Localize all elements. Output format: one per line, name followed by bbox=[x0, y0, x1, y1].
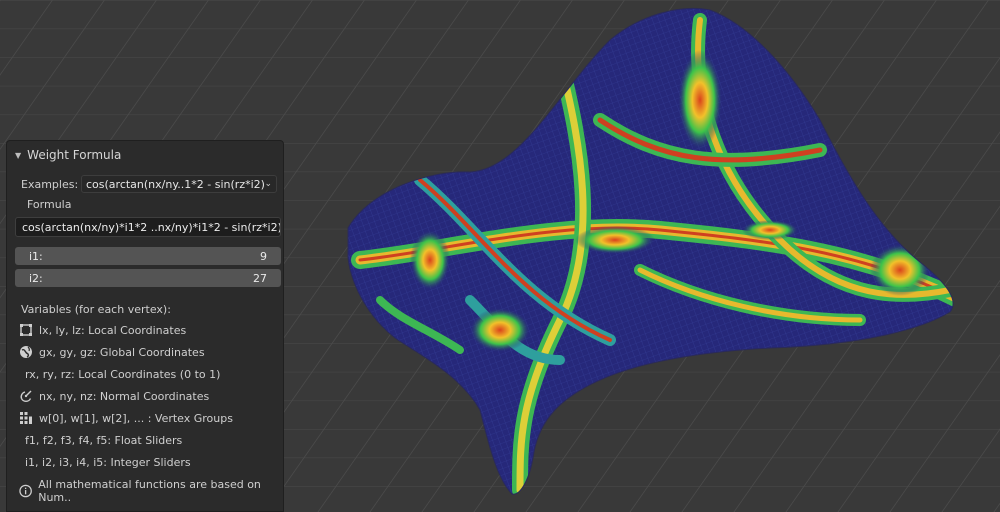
examples-label: Examples: bbox=[21, 177, 79, 191]
info-text: All mathematical functions are based on … bbox=[38, 478, 261, 504]
variables-title: Variables (for each vertex): bbox=[21, 303, 171, 316]
globe-icon bbox=[20, 346, 32, 358]
slider-value: 9 bbox=[260, 249, 267, 263]
variable-text: i1, i2, i3, i4, i5: Integer Sliders bbox=[25, 455, 191, 469]
variable-text: rx, ry, rz: Local Coordinates (0 to 1) bbox=[25, 367, 221, 381]
variable-item: gx, gy, gz: Global Coordinates bbox=[19, 343, 205, 361]
weight-formula-panel: ▼ Weight Formula Examples: cos(arctan(nx… bbox=[6, 140, 284, 512]
normal-icon bbox=[20, 390, 32, 402]
slider-value: 27 bbox=[253, 271, 267, 285]
variable-item: rx, ry, rz: Local Coordinates (0 to 1) bbox=[19, 365, 220, 383]
slider-i1[interactable]: i1: 9 bbox=[15, 247, 281, 265]
examples-row: Examples: cos(arctan(nx/ny..1*2 - sin(rz… bbox=[21, 174, 277, 194]
local-coordinates-icon bbox=[20, 324, 32, 336]
examples-value: cos(arctan(nx/ny..1*2 - sin(rz*i2))/2 bbox=[86, 177, 265, 191]
panel-title: Weight Formula bbox=[27, 148, 122, 162]
variable-item: nx, ny, nz: Normal Coordinates bbox=[19, 387, 209, 405]
vertex-groups-icon bbox=[20, 412, 32, 424]
examples-dropdown[interactable]: cos(arctan(nx/ny..1*2 - sin(rz*i2))/2 ⌄ bbox=[81, 175, 277, 193]
variable-text: f1, f2, f3, f4, f5: Float Sliders bbox=[25, 433, 183, 447]
variable-item: w[0], w[1], w[2], ... : Vertex Groups bbox=[19, 409, 233, 427]
variable-text: nx, ny, nz: Normal Coordinates bbox=[39, 389, 210, 403]
info-icon bbox=[19, 484, 32, 498]
chevron-down-icon: ⌄ bbox=[264, 179, 272, 189]
variable-text: w[0], w[1], w[2], ... : Vertex Groups bbox=[39, 411, 233, 425]
collapse-triangle-icon[interactable]: ▼ bbox=[15, 151, 21, 160]
variable-item: i1, i2, i3, i4, i5: Integer Sliders bbox=[19, 453, 191, 471]
variable-text: lx, ly, lz: Local Coordinates bbox=[39, 323, 187, 337]
formula-label: Formula bbox=[27, 198, 72, 211]
variable-item: lx, ly, lz: Local Coordinates bbox=[19, 321, 186, 339]
variable-text: gx, gy, gz: Global Coordinates bbox=[39, 345, 205, 359]
variable-item: f1, f2, f3, f4, f5: Float Sliders bbox=[19, 431, 182, 449]
formula-field[interactable]: cos(arctan(nx/ny)*i1*2 ..nx/ny)*i1*2 - s… bbox=[15, 217, 281, 237]
slider-label: i1: bbox=[29, 249, 43, 263]
slider-i2[interactable]: i2: 27 bbox=[15, 269, 281, 287]
info-row: All mathematical functions are based on … bbox=[19, 478, 283, 504]
slider-label: i2: bbox=[29, 271, 43, 285]
panel-header[interactable]: ▼ Weight Formula bbox=[15, 145, 121, 165]
